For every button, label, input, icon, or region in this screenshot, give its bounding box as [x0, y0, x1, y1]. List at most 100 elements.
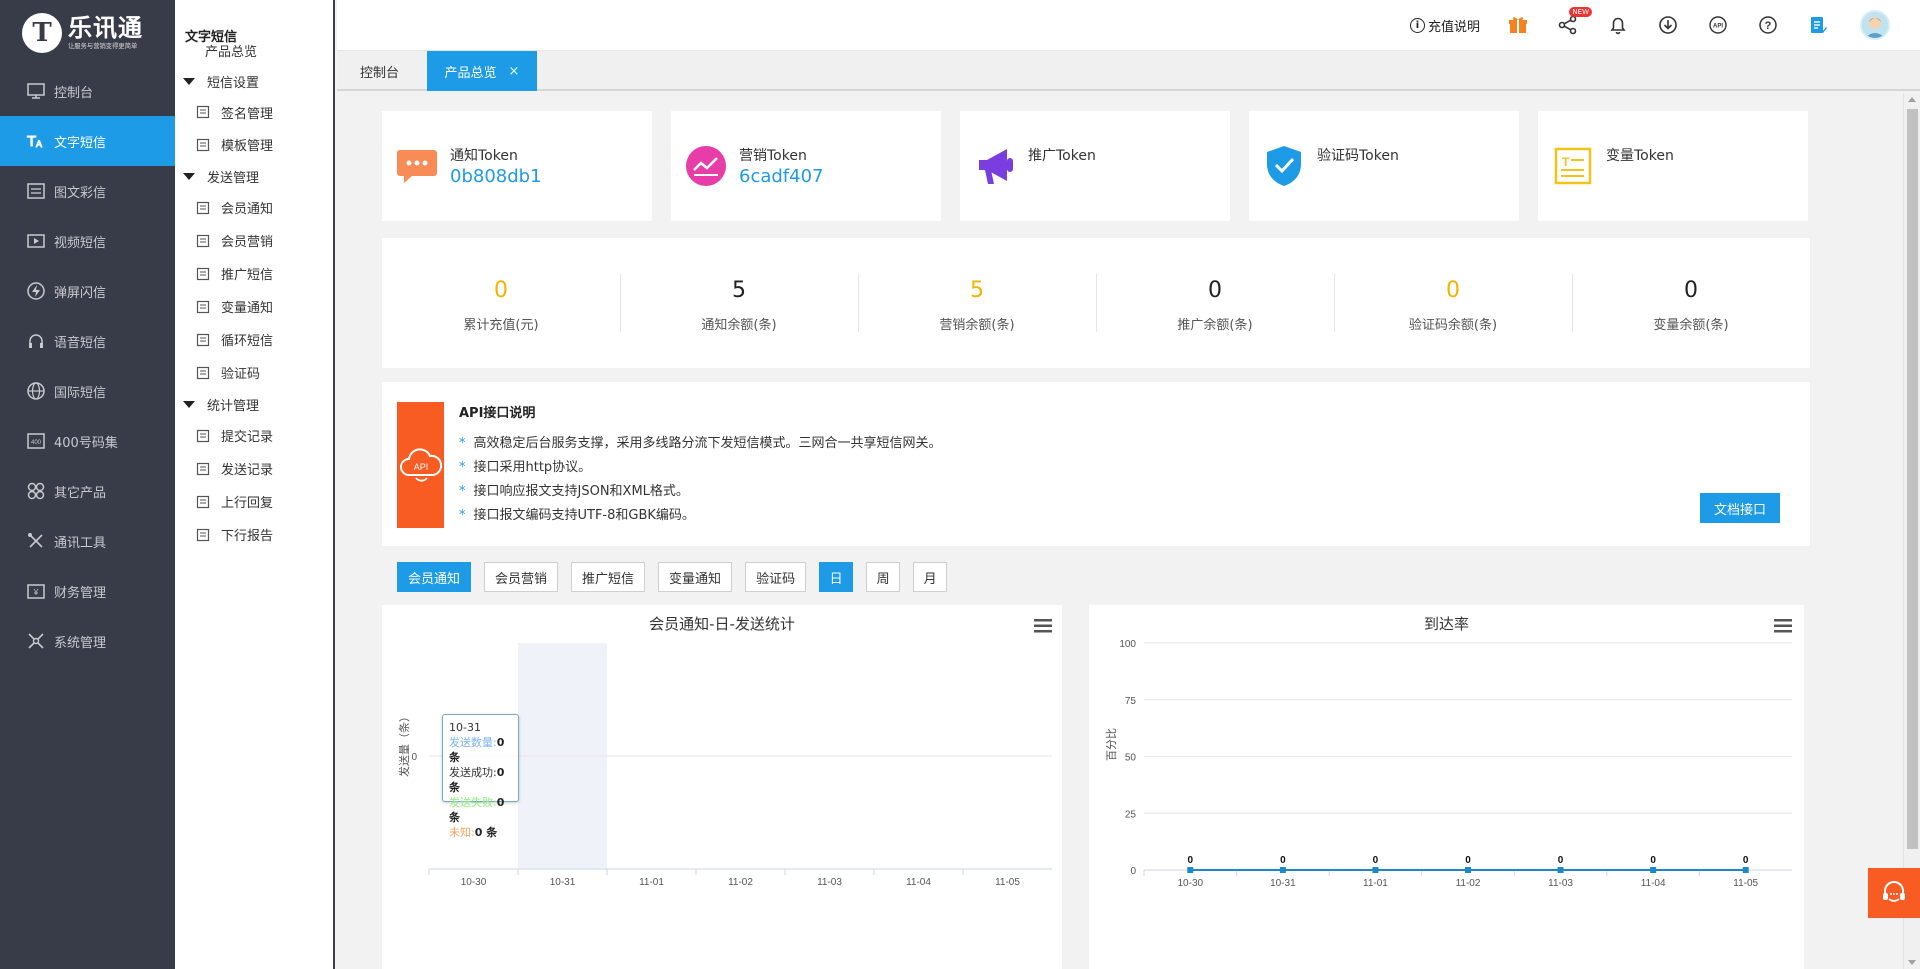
balance-stat: 5 营销余额(条) — [858, 273, 1096, 333]
filter-period-button[interactable]: 周 — [866, 562, 901, 592]
sidebar-item-1[interactable]: T A 文字短信 — [0, 116, 175, 166]
submenu-item[interactable]: 下行报告 — [175, 518, 333, 551]
data-point[interactable] — [1465, 867, 1471, 873]
sidebar-item-2[interactable]: 图文彩信 — [0, 166, 175, 216]
sidebar-item-11[interactable]: 系统管理 — [0, 616, 175, 666]
main-sidebar: T 乐讯通 让服务与营销变得更简单 控制台 T A 文字短信 图文彩信 视频短信 弹屏闪信语… — [0, 0, 175, 969]
data-point[interactable] — [1279, 867, 1286, 873]
stat-value: 0 — [1684, 277, 1698, 303]
menu-item-icon — [195, 200, 211, 216]
submenu-item[interactable]: 签名管理 — [175, 96, 333, 128]
share-icon[interactable]: NEW — [1556, 7, 1592, 37]
tooltip-series-label: 发送失败: — [449, 796, 497, 809]
y-tick-label: 75 — [1125, 696, 1137, 707]
sidebar-item-6[interactable]: 国际短信 — [0, 366, 175, 416]
submenu-item-label: 模板管理 — [221, 139, 274, 154]
data-label: 0 — [1465, 855, 1471, 866]
wallet-icon: ¥ — [26, 581, 46, 601]
data-point[interactable] — [1372, 867, 1379, 873]
data-point[interactable] — [1742, 867, 1749, 873]
token-value[interactable]: 6cadf407 — [739, 166, 824, 187]
data-point[interactable] — [1187, 867, 1194, 873]
submenu-item[interactable]: 模板管理 — [175, 128, 333, 161]
scroll-up-icon[interactable] — [1908, 97, 1916, 102]
chart2-ylabel: 百分比 — [1105, 728, 1118, 761]
token-value[interactable]: 0b808db1 — [450, 166, 542, 187]
chart1-menu-icon[interactable] — [1034, 619, 1052, 633]
tab-console[interactable]: 控制台 — [345, 51, 425, 91]
filter-type-button[interactable]: 验证码 — [745, 562, 807, 592]
submenu-group-2[interactable]: 统计管理 — [175, 389, 333, 419]
api-point-text: 接口采用http协议。 — [473, 460, 592, 475]
data-label: 0 — [1188, 855, 1194, 866]
submenu-item[interactable]: 提交记录 — [175, 419, 333, 452]
caret-down-icon — [183, 172, 195, 180]
customer-service-button[interactable] — [1868, 868, 1920, 918]
sidebar-item-8[interactable]: 其它产品 — [0, 466, 175, 516]
submenu-item[interactable]: 发送记录 — [175, 452, 333, 485]
sidebar-item-10[interactable]: ¥ 财务管理 — [0, 566, 175, 616]
recharge-info-link[interactable]: i 充值说明 — [1409, 16, 1480, 35]
help-icon[interactable]: ? — [1756, 13, 1780, 37]
gift-icon[interactable] — [1506, 13, 1530, 37]
menu-item-icon — [195, 527, 211, 543]
filter-type-button[interactable]: 变量通知 — [658, 562, 733, 592]
scroll-thumb[interactable] — [1907, 109, 1918, 849]
logo-title: 乐讯通 — [68, 14, 143, 42]
sidebar-item-5[interactable]: 语音短信 — [0, 316, 175, 366]
vertical-scrollbar[interactable] — [1903, 93, 1920, 969]
info-icon: i — [1409, 17, 1425, 33]
chart2-menu-icon[interactable] — [1774, 619, 1792, 633]
submenu-item-label: 签名管理 — [221, 106, 274, 122]
chart1-ylabel: 发送量（条） — [398, 711, 411, 777]
main-content: 通知Token 0b808db1 营销Token 6cadf407 推广Token 验证码… — [337, 93, 1920, 969]
svg-text:400: 400 — [31, 440, 42, 446]
bell-icon[interactable] — [1606, 13, 1630, 37]
filter-type-button[interactable]: 推广短信 — [571, 562, 646, 592]
x-tick-label: 11-05 — [995, 877, 1020, 888]
sidebar-item-3[interactable]: 视频短信 — [0, 216, 175, 266]
submenu-item[interactable]: 会员营销 — [175, 224, 333, 257]
submenu-item[interactable]: 推广短信 — [175, 257, 333, 290]
submenu-item[interactable]: 循环短信 — [175, 323, 333, 356]
sidebar-item-7[interactable]: 400 400号码集 — [0, 416, 175, 466]
filter-type-button[interactable]: 会员营销 — [484, 562, 559, 592]
sidebar-item-9[interactable]: 通讯工具 — [0, 516, 175, 566]
x-tick-label: 11-01 — [1363, 878, 1388, 889]
tab-close-icon[interactable]: × — [509, 64, 520, 79]
caret-down-icon — [183, 77, 195, 85]
sidebar-item-4[interactable]: 弹屏闪信 — [0, 266, 175, 316]
filter-period-button[interactable]: 日 — [819, 562, 854, 592]
filter-period-button[interactable]: 月 — [913, 562, 948, 592]
submenu-group-1[interactable]: 发送管理 — [175, 161, 333, 191]
y-tick-label: 25 — [1125, 809, 1137, 820]
submenu-item-label: 发送记录 — [221, 463, 274, 478]
submenu-group-label: 短信设置 — [207, 75, 260, 91]
tooltip-row: 发送成功:0 条 — [449, 765, 512, 795]
sidebar-item-label: 控制台 — [54, 85, 94, 101]
filter-type-button[interactable]: 会员通知 — [397, 562, 472, 592]
data-point[interactable] — [1650, 867, 1657, 873]
svg-text:¥: ¥ — [33, 588, 39, 597]
data-point[interactable] — [1557, 867, 1564, 873]
submenu-item[interactable]: 上行回复 — [175, 485, 333, 518]
sidebar-item-0[interactable]: 控制台 — [0, 66, 175, 116]
token-card: 推广Token — [960, 111, 1230, 221]
tooltip-series-label: 发送成功: — [449, 766, 497, 779]
download-icon[interactable] — [1656, 13, 1680, 37]
data-label: 0 — [1558, 855, 1564, 866]
submenu-item[interactable]: 验证码 — [175, 356, 333, 389]
submenu-group-0[interactable]: 短信设置 — [175, 66, 333, 96]
logo[interactable]: T 乐讯通 让服务与营销变得更简单 — [0, 0, 175, 66]
document-edit-icon[interactable] — [1806, 13, 1830, 37]
submenu-item[interactable]: 会员通知 — [175, 191, 333, 224]
token-card: 验证码Token — [1249, 111, 1519, 221]
doc-api-button[interactable]: 文档接口 — [1700, 493, 1780, 523]
avatar[interactable] — [1860, 10, 1890, 40]
api-icon[interactable]: API — [1706, 13, 1730, 37]
tab-product-overview[interactable]: 产品总览 × — [427, 51, 537, 91]
scroll-down-icon[interactable] — [1908, 960, 1916, 965]
menu-item-icon — [195, 332, 211, 348]
submenu-item[interactable]: 变量通知 — [175, 290, 333, 323]
token-cards: 通知Token 0b808db1 营销Token 6cadf407 推广Token 验证码… — [382, 111, 1827, 221]
